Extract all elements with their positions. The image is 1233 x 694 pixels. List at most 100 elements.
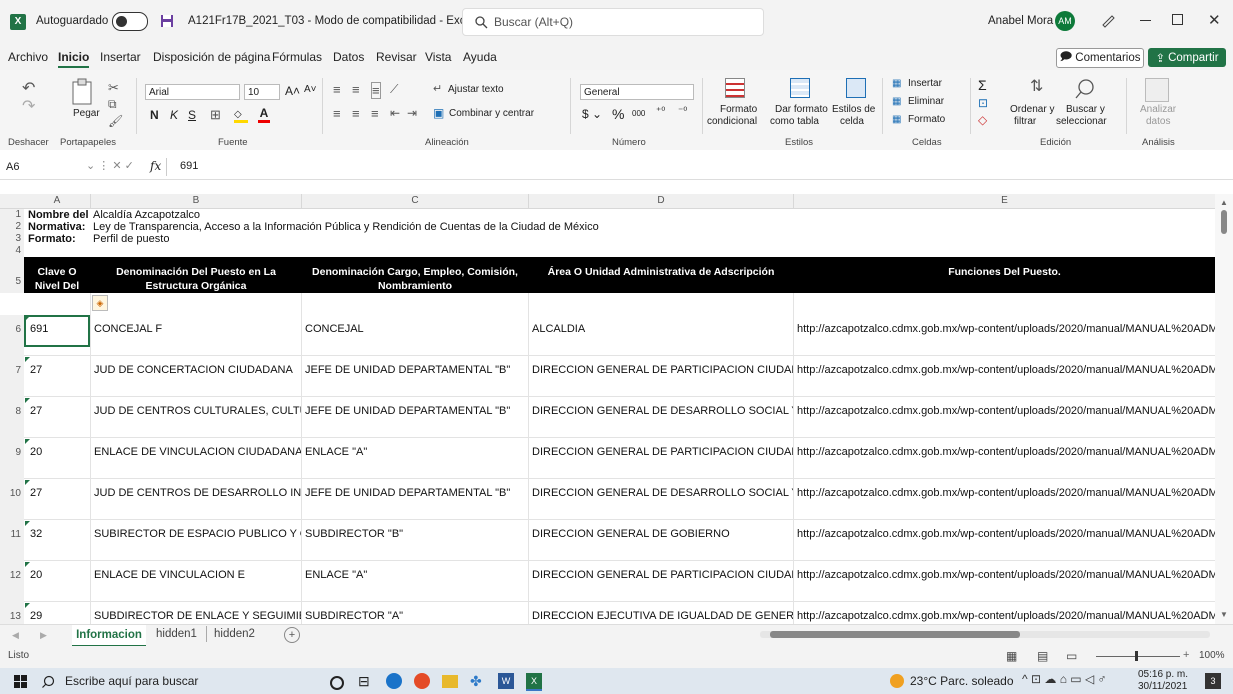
cell-col-d[interactable]: DIRECCION GENERAL DE PARTICIPACION CIUDA… — [532, 569, 794, 581]
wrap-text-icon[interactable]: ↵ — [433, 82, 442, 95]
cortana-icon[interactable] — [330, 676, 344, 690]
cell-col-c[interactable]: CONCEJAL — [305, 323, 529, 335]
spreadsheet-grid[interactable]: A B C D E 1 Nombre del Alcaldía Azcapotz… — [0, 194, 1215, 624]
row-header[interactable]: 13 — [0, 602, 24, 624]
add-sheet-icon[interactable]: + — [284, 627, 300, 643]
menu-datos[interactable]: Datos — [333, 50, 364, 64]
thousands-icon[interactable]: 000 — [632, 109, 645, 118]
page-layout-icon[interactable]: ▤ — [1037, 649, 1048, 663]
tab-informacion[interactable]: Informacion — [72, 625, 146, 647]
sort-line1[interactable]: Ordenar y — [1010, 104, 1054, 115]
chrome-icon[interactable] — [414, 673, 430, 689]
cell-col-e[interactable]: http://azcapotzalco.cdmx.gob.mx/wp-conte… — [797, 364, 1215, 376]
cell-col-b[interactable]: SUBIRECTOR DE ESPACIO PUBLICO Y GC — [94, 528, 302, 540]
row-header[interactable]: 5 — [0, 257, 24, 293]
horizontal-scrollbar[interactable] — [760, 631, 1210, 638]
table-format-line1[interactable]: Dar formato — [775, 104, 828, 115]
cond-format-line1[interactable]: Formato — [720, 104, 757, 115]
cell-col-a[interactable]: 32 — [30, 528, 88, 540]
paste-options-icon[interactable]: ◈ — [92, 295, 108, 311]
fx-icon[interactable]: fx — [150, 159, 161, 173]
menu-insertar[interactable]: Insertar — [100, 50, 141, 64]
formula-input[interactable]: 691 — [180, 160, 198, 172]
align-middle-icon[interactable]: ≡ — [352, 82, 360, 97]
vertical-scrollbar[interactable]: ▲ ▼ — [1215, 194, 1233, 624]
merge-center-button[interactable]: Combinar y centrar — [449, 108, 534, 119]
cell-col-a[interactable]: 691 — [30, 323, 88, 335]
tab-scroll-right-icon[interactable]: ▶ — [40, 630, 47, 641]
borders-icon[interactable]: ⊞ — [210, 107, 221, 123]
increase-decimal-icon[interactable]: ⁺⁰ — [656, 106, 665, 117]
cell-styles-line2[interactable]: celda — [840, 116, 864, 127]
format-button[interactable]: Formato — [908, 114, 945, 125]
search-box[interactable]: Buscar (Alt+Q) — [462, 8, 764, 36]
file-explorer-icon[interactable] — [442, 675, 458, 688]
cell-col-c[interactable]: JEFE DE UNIDAD DEPARTAMENTAL "B" — [305, 364, 529, 376]
header-cell-denominacion-puesto[interactable]: Denominación Del Puesto en La Estructura … — [91, 265, 301, 293]
format-painter-icon[interactable]: 🖌 — [108, 114, 123, 128]
find-line2[interactable]: seleccionar — [1056, 116, 1107, 127]
menu-revisar[interactable]: Revisar — [376, 50, 417, 64]
cell-col-c[interactable]: SUBDIRECTOR "B" — [305, 528, 529, 540]
clock-date[interactable]: 30/11/2021 — [1138, 681, 1187, 692]
merge-icon[interactable]: ▣ — [433, 106, 444, 120]
fill-icon[interactable]: ⊡ — [978, 96, 988, 110]
bold-button[interactable]: N — [150, 108, 159, 122]
cell-col-a[interactable]: 27 — [30, 364, 88, 376]
tab-scroll-left-icon[interactable]: ◀ — [12, 630, 19, 641]
column-header-b[interactable]: B — [91, 194, 302, 209]
cell-col-a[interactable]: 27 — [30, 405, 88, 417]
table-format-line2[interactable]: como tabla — [770, 116, 819, 127]
undo-icon[interactable]: ↶ — [22, 78, 35, 98]
cell-col-b[interactable]: ENLACE DE VINCULACION E — [94, 569, 302, 581]
align-right-icon[interactable]: ≡ — [371, 106, 379, 121]
weather-text[interactable]: 23°C Parc. soleado — [910, 674, 1014, 688]
analyze-line2[interactable]: datos — [1146, 116, 1170, 127]
cell-col-c[interactable]: JEFE DE UNIDAD DEPARTAMENTAL "B" — [305, 487, 529, 499]
menu-archivo[interactable]: Archivo — [8, 50, 48, 64]
menu-vista[interactable]: Vista — [425, 50, 451, 64]
cell-col-b[interactable]: CONCEJAL F — [94, 323, 302, 335]
find-icon[interactable] — [1074, 78, 1096, 100]
taskbar-search[interactable]: Escribe aquí para buscar — [42, 670, 310, 692]
column-header-c[interactable]: C — [302, 194, 529, 209]
word-icon[interactable]: W — [498, 673, 514, 689]
row-header[interactable]: 8 — [0, 397, 24, 438]
row-header[interactable]: 1 — [0, 209, 24, 221]
italic-button[interactable]: K — [170, 108, 178, 122]
align-bottom-icon[interactable]: ≡ — [371, 82, 381, 99]
cell-styles-icon[interactable] — [846, 78, 866, 98]
font-name-select[interactable]: Arial — [145, 84, 240, 100]
autosum-icon[interactable]: Σ — [978, 77, 987, 93]
analyze-data-icon[interactable] — [1145, 78, 1169, 102]
cell-col-b[interactable]: SUBDIRECTOR DE ENLACE Y SEGUIMIEN — [94, 610, 302, 622]
redo-icon[interactable]: ↷ — [22, 96, 35, 116]
decrease-font-icon[interactable]: A˅ — [304, 84, 317, 95]
conditional-format-icon[interactable] — [725, 78, 745, 98]
align-center-icon[interactable]: ≡ — [352, 106, 360, 121]
clock-time[interactable]: 05:16 p. m. — [1138, 669, 1188, 680]
notifications-icon[interactable]: 3 — [1205, 673, 1221, 689]
edge-icon[interactable] — [386, 673, 402, 689]
cell-col-b[interactable]: JUD DE CENTROS CULTURALES, CULTUR — [94, 405, 302, 417]
cell-col-e[interactable]: http://azcapotzalco.cdmx.gob.mx/wp-conte… — [797, 528, 1215, 540]
row-header[interactable]: 3 — [0, 233, 24, 245]
cell-col-e[interactable]: http://azcapotzalco.cdmx.gob.mx/wp-conte… — [797, 487, 1215, 499]
info-value[interactable]: Ley de Transparencia, Acceso a la Inform… — [93, 221, 599, 233]
row-header[interactable]: 11 — [0, 520, 24, 561]
format-icon[interactable]: ▦ — [892, 114, 901, 125]
cell-col-e[interactable]: http://azcapotzalco.cdmx.gob.mx/wp-conte… — [797, 446, 1215, 458]
increase-font-icon[interactable]: A˄ — [285, 84, 300, 98]
restore-icon[interactable] — [1172, 14, 1183, 25]
excel-taskbar-icon[interactable]: X — [526, 673, 542, 691]
header-cell-clave[interactable]: Clave O Nivel Del — [24, 265, 90, 293]
cell-col-d[interactable]: DIRECCION GENERAL DE PARTICIPACION CIUDA… — [532, 364, 794, 376]
teams-icon[interactable]: ✤ — [470, 672, 488, 690]
info-value[interactable]: Alcaldía Azcapotzalco — [93, 209, 200, 221]
cell-col-a[interactable]: 20 — [30, 569, 88, 581]
table-format-icon[interactable] — [790, 78, 810, 98]
cell-col-e[interactable]: http://azcapotzalco.cdmx.gob.mx/wp-conte… — [797, 405, 1215, 417]
cell-col-c[interactable]: ENLACE "A" — [305, 446, 529, 458]
find-line1[interactable]: Buscar y — [1066, 104, 1105, 115]
sort-filter-icon[interactable]: ⇅ — [1030, 76, 1043, 96]
